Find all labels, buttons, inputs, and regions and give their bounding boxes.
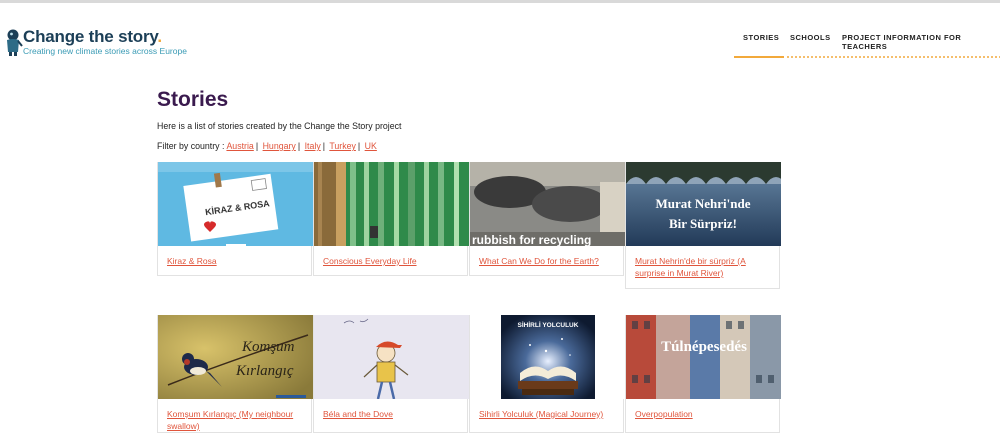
nav-active-underline	[734, 56, 784, 58]
filter-separator: |	[357, 141, 361, 151]
filter-uk[interactable]: UK	[365, 141, 377, 151]
story-card[interactable]: Conscious Everyday Life	[313, 162, 469, 276]
page-title: Stories	[157, 88, 229, 111]
story-link[interactable]: Sihirli Yolculuk (Magical Journey)	[479, 408, 617, 420]
filter-separator: |	[297, 141, 301, 151]
story-card[interactable]: Murat Nehri'nde Bir Sürpriz! Murat Nehri…	[625, 162, 781, 289]
nav-stories[interactable]: STORIES	[743, 33, 779, 42]
story-image-overpopulation[interactable]: Túlnépesedés	[626, 315, 781, 399]
story-image-sihirli-yolculuk[interactable]: SİHİRLİ YOLCULUK	[470, 315, 625, 399]
story-link[interactable]: Conscious Everyday Life	[323, 255, 461, 267]
logo-mascot-icon	[7, 29, 23, 56]
story-link[interactable]: What Can We Do for the Earth?	[479, 255, 617, 267]
filter-austria[interactable]: Austria	[226, 141, 253, 151]
svg-text:SİHİRLİ YOLCULUK: SİHİRLİ YOLCULUK	[518, 321, 579, 329]
logo-title[interactable]: Change the story.	[23, 27, 162, 47]
filter-hungary[interactable]: Hungary	[263, 141, 296, 151]
svg-text:Komşum: Komşum	[241, 339, 295, 355]
nav-dotted-line	[786, 56, 1000, 58]
svg-text:rubbish for recycling: rubbish for recycling	[472, 233, 591, 246]
story-image-conscious-everyday-life[interactable]	[314, 162, 469, 246]
story-link[interactable]: Kiraz & Rosa	[167, 255, 305, 267]
filter-separator: |	[255, 141, 259, 151]
story-card[interactable]: Komşum Kırlangıç Komşum Kırlangıç (My ne…	[157, 315, 313, 433]
country-filter: Filter by country : Austria | Hungary | It…	[157, 141, 377, 151]
story-image-komsum-kirlangic[interactable]: Komşum Kırlangıç	[158, 315, 313, 399]
filter-italy[interactable]: Italy	[305, 141, 321, 151]
story-card[interactable]: rubbish for recycling What Can We Do for…	[469, 162, 625, 276]
story-image-murat-nehri[interactable]: Murat Nehri'nde Bir Sürpriz!	[626, 162, 781, 246]
intro-text: Here is a list of stories created by the…	[157, 121, 402, 131]
story-image-kiraz-rosa[interactable]: KİRAZ & ROSA	[158, 162, 313, 246]
svg-text:Kırlangıç: Kırlangıç	[235, 363, 294, 379]
nav-schools[interactable]: SCHOOLS	[790, 33, 831, 42]
svg-text:Bir Sürpriz!: Bir Sürpriz!	[669, 216, 737, 231]
logo-subtitle: Creating new climate stories across Euro…	[23, 46, 187, 56]
story-image-what-can-we-do[interactable]: rubbish for recycling	[470, 162, 625, 246]
story-card[interactable]: Béla and the Dove	[313, 315, 469, 433]
story-link[interactable]: Overpopulation	[635, 408, 773, 420]
story-link[interactable]: Komşum Kırlangıç (My neighbour swallow)	[167, 408, 305, 432]
story-card[interactable]: SİHİRLİ YOLCULUK Sihirli Yolculuk (Magic…	[469, 315, 625, 433]
nav-project-information[interactable]: PROJECT INFORMATION FOR TEACHERS	[842, 33, 1000, 51]
filter-separator: |	[322, 141, 326, 151]
story-image-bela-and-the-dove[interactable]	[314, 315, 469, 399]
story-link[interactable]: Béla and the Dove	[323, 408, 461, 420]
story-link[interactable]: Murat Nehrin'de bir sürpriz (A surprise …	[635, 255, 773, 279]
filter-turkey[interactable]: Turkey	[329, 141, 356, 151]
svg-text:Murat Nehri'nde: Murat Nehri'nde	[656, 196, 751, 211]
story-card[interactable]: KİRAZ & ROSA Kiraz & Rosa	[157, 162, 313, 276]
svg-text:Túlnépesedés: Túlnépesedés	[661, 339, 747, 355]
filter-label: Filter by country :	[157, 141, 225, 151]
site-header: Change the story. Creating new climate s…	[0, 3, 1000, 63]
story-card[interactable]: Túlnépesedés Overpopulation	[625, 315, 781, 433]
